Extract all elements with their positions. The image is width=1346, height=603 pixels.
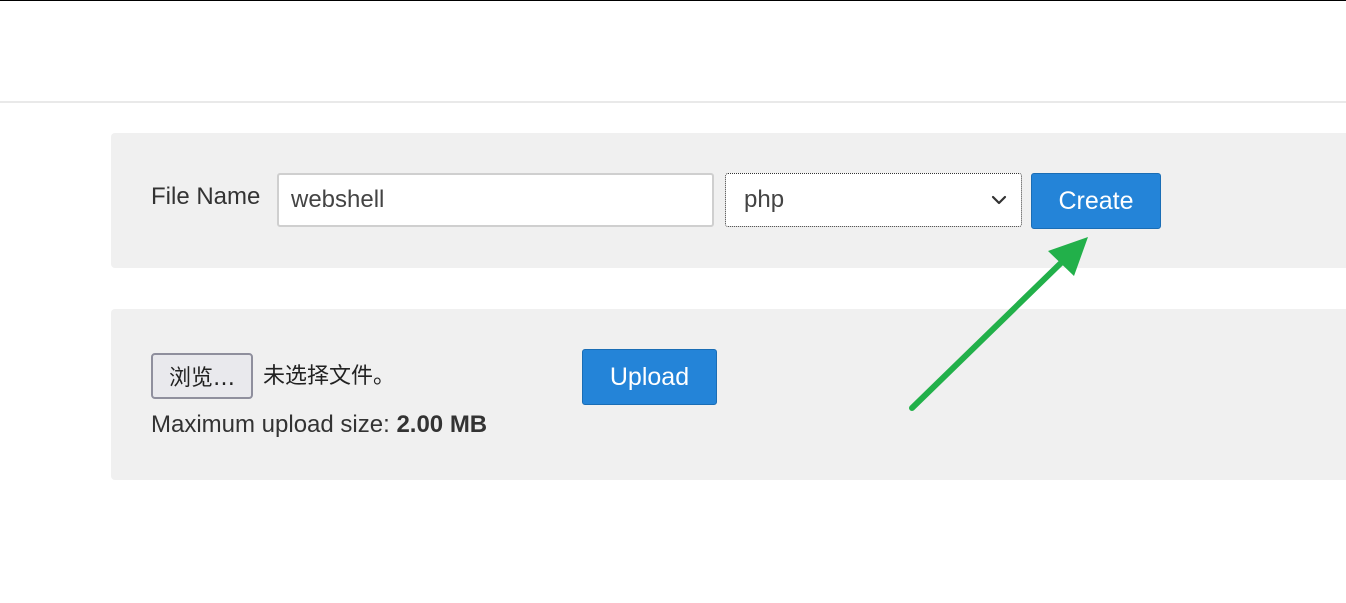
chevron-down-icon: [991, 195, 1007, 205]
arrow-icon: [909, 237, 1088, 411]
no-file-selected-text: 未选择文件。: [263, 364, 396, 389]
create-button[interactable]: Create: [1031, 173, 1161, 229]
extension-select[interactable]: php: [725, 173, 1022, 227]
file-name-input[interactable]: [277, 173, 714, 227]
file-name-label: File Name: [151, 183, 261, 210]
max-upload-size-value: 2.00 MB: [396, 411, 488, 438]
max-upload-size: Maximum upload size: 2.00 MB: [151, 411, 487, 439]
header-divider: [0, 101, 1346, 103]
top-border: [0, 0, 1346, 1]
upload-button[interactable]: Upload: [582, 349, 717, 405]
max-upload-size-label: Maximum upload size:: [151, 411, 390, 438]
extension-select-value: php: [744, 186, 785, 213]
browse-button[interactable]: 浏览…: [151, 353, 253, 399]
create-file-panel: File Name php Create: [111, 133, 1346, 268]
upload-file-panel: 浏览… 未选择文件。 Upload Maximum upload size: 2…: [111, 309, 1346, 480]
